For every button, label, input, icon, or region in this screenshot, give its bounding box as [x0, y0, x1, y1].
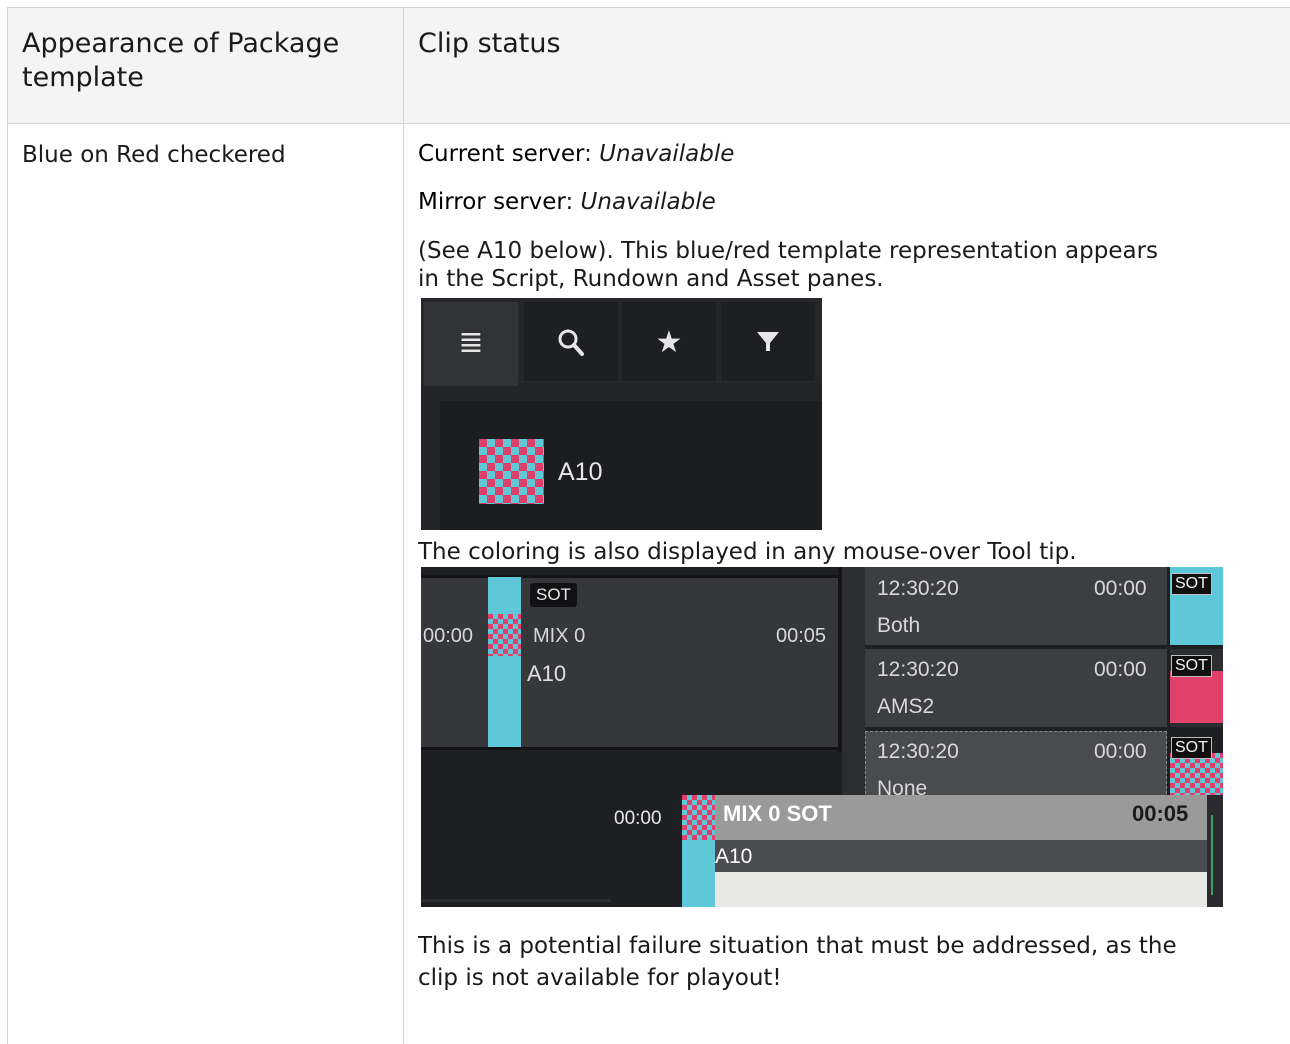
row3-sot-tag: SOT: [1171, 737, 1212, 759]
asset-pane-screenshot: ≣ ★ A10: [421, 298, 822, 530]
note-paragraph: (See A10 below). This blue/red template …: [418, 235, 1278, 295]
row1-sot-tag: SOT: [1171, 573, 1212, 595]
tooltip-body: [715, 872, 1207, 907]
row2-duration: 00:00: [1094, 658, 1147, 681]
mirror-server-label: Mirror server: [418, 189, 566, 215]
rundown-checker-3: [1170, 753, 1223, 795]
checker-swatch: [479, 439, 544, 504]
tab-filter[interactable]: [721, 302, 815, 381]
filter-icon: [721, 326, 815, 364]
clip-mix: MIX 0: [533, 625, 586, 647]
current-server-value: Unavailable: [599, 141, 735, 167]
scrollbar-strip[interactable]: [1207, 795, 1223, 907]
clip-row: [421, 577, 838, 749]
clip-duration: 00:05: [776, 625, 827, 647]
row1-duration: 00:00: [1094, 577, 1147, 600]
tooltip-label: A10: [715, 845, 753, 868]
current-server-label: Current server: [418, 141, 585, 167]
clip-label[interactable]: A10: [527, 661, 566, 687]
table-border-left: [7, 124, 8, 1044]
tab-favorites[interactable]: ★: [622, 302, 716, 381]
row3-duration: 00:00: [1094, 740, 1147, 763]
note-line-2: in the Script, Rundown and Asset panes.: [418, 266, 884, 292]
rundown-checker-2: [1170, 671, 1223, 723]
tooltip-title: MIX 0 SOT: [723, 801, 832, 826]
sot-tag: SOT: [530, 583, 577, 607]
appearance-value: Blue on Red checkered: [22, 142, 286, 168]
tooltip-note: The coloring is also displayed in any mo…: [418, 539, 1077, 565]
search-icon: [524, 326, 618, 368]
table-header-clip-status: [403, 7, 1290, 124]
warning-line-1: This is a potential failure situation th…: [418, 933, 1177, 959]
warning-paragraph: This is a potential failure situation th…: [418, 930, 1278, 994]
tooltip-subheader: [715, 840, 1207, 872]
row3-time: 12:30:20: [877, 740, 959, 763]
mirror-server-line: Mirror server: Unavailable: [418, 189, 716, 215]
header-line-1: Appearance of Package: [22, 28, 340, 59]
tab-list[interactable]: ≣: [424, 302, 518, 386]
tab-search[interactable]: [524, 302, 618, 381]
tooltip-screenshot: SOT 00:00 MIX 0 00:05 A10 12:30:20 00:00…: [421, 567, 1223, 907]
clip-checker-icon: [488, 614, 521, 656]
tooltip-time: 00:00: [614, 808, 662, 829]
asset-item-label[interactable]: A10: [558, 458, 602, 487]
header-line-2: template: [22, 62, 144, 93]
warning-line-2: clip is not available for playout!: [418, 965, 782, 991]
mirror-server-value: Unavailable: [580, 189, 716, 215]
row2-server: AMS2: [877, 695, 935, 718]
table-border-middle: [403, 124, 404, 1044]
scrollbar-thumb[interactable]: [1211, 815, 1213, 895]
row2-sot-tag: SOT: [1171, 655, 1212, 677]
row1-time: 12:30:20: [877, 577, 959, 600]
star-icon: ★: [655, 325, 683, 360]
clip-time-left: 00:00: [423, 625, 474, 647]
row2-time: 12:30:20: [877, 658, 959, 681]
header-appearance-label: Appearance of Package template: [22, 27, 339, 95]
clip-color-strip: [488, 577, 521, 747]
tooltip-checker-icon: [682, 795, 715, 840]
row1-server: Both: [877, 614, 921, 637]
list-icon: ≣: [458, 325, 484, 360]
current-server-line: Current server: Unavailable: [418, 141, 735, 167]
tooltip-duration: 00:05: [1132, 801, 1189, 826]
header-clip-status-label: Clip status: [418, 28, 561, 59]
